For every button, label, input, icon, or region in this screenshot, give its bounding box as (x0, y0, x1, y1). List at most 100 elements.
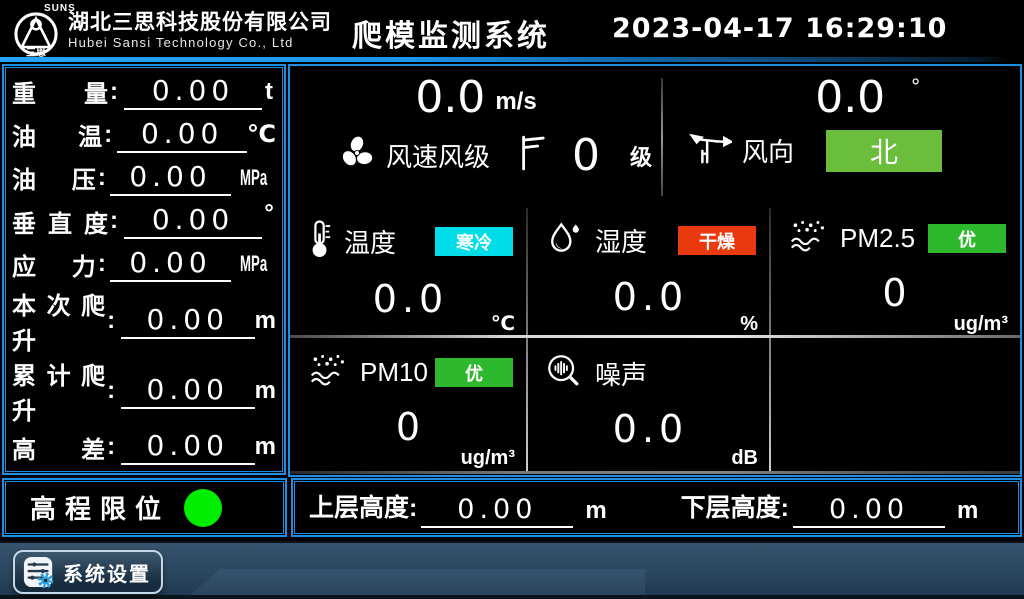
wind-level-flag-icon (518, 131, 546, 180)
noise-icon (545, 352, 583, 395)
colon: : (98, 164, 108, 192)
measure-label: 油压 (12, 160, 96, 195)
wind-level-unit: 级 (630, 140, 652, 172)
elevation-limit-indicator (184, 489, 222, 527)
layer-height-box: 上层高度: 0.00 m 下层高度: 0.00 m (291, 478, 1022, 537)
thermometer-icon (308, 218, 332, 265)
environment-panel: 0.0 m/s (288, 64, 1022, 477)
lower-height-label: 下层高度: (681, 488, 789, 528)
wind-level-value: 0 (572, 130, 600, 181)
colon: : (98, 250, 108, 278)
sensor-cell-humidity: 湿度 干燥 0.0 % (527, 206, 770, 340)
colon: : (104, 121, 115, 149)
wind-section: 0.0 m/s (290, 66, 1020, 206)
measure-unit: m (255, 307, 276, 335)
wind-speed-value: 0.0 (415, 74, 485, 122)
wind-direction-badge[interactable]: 北 (826, 130, 942, 172)
page-title: 爬模监测系统 (352, 11, 550, 55)
wind-speed-unit: m/s (495, 88, 536, 116)
taskbar-decoration (190, 569, 645, 595)
sensor-grid: 温度 寒冷 0.0 ℃ 湿度 干燥 (290, 206, 1020, 475)
company-logo: SUNS 三思 湖北三思科技股份有限公司 Hubei Sansi Technol… (8, 2, 332, 58)
measure-value: 0.00 (121, 303, 255, 339)
dust-icon (308, 352, 348, 393)
sensor-value: 0 (788, 271, 1006, 315)
measure-row-verticality: 垂直度: 0.00 ° (12, 200, 276, 243)
measure-unit: m (255, 377, 276, 405)
lower-height-unit: m (957, 497, 978, 528)
upper-height-unit: m (585, 497, 606, 528)
wind-direction-value: 0.0 (815, 74, 885, 122)
elevation-limit-box: 高程限位 (2, 478, 287, 537)
measure-unit: MPa (240, 251, 267, 277)
suns-logo-icon: SUNS 三思 (8, 2, 64, 58)
sensor-cell-noise: 噪声 0.0 dB (527, 340, 770, 474)
sensor-cell-empty (770, 340, 1020, 474)
measure-label: 累计爬升 (12, 356, 105, 426)
wind-speed-label: 风速风级 (386, 137, 490, 174)
measure-unit: t (262, 78, 276, 106)
wind-vane-icon (688, 128, 732, 173)
sensor-name: 湿度 (595, 222, 647, 259)
measure-value: 0.00 (110, 246, 230, 282)
measure-value: 0.00 (124, 74, 262, 110)
sensor-name: PM2.5 (840, 223, 915, 254)
sensor-name: 噪声 (595, 355, 647, 392)
measure-label: 应力 (12, 247, 96, 282)
measure-row-oil-temp: 油温: 0.00 ℃ (12, 113, 276, 156)
company-name-en: Hubei Sansi Technology Co., Ltd (68, 35, 332, 50)
measure-value: 0.00 (121, 429, 255, 465)
settings-button-label: 系统设置 (63, 558, 151, 587)
measure-unit: ℃ (247, 120, 276, 149)
measure-unit: ° (262, 200, 276, 228)
sensor-value: 0.0 (545, 407, 756, 451)
sensor-name: PM10 (360, 357, 428, 388)
measure-label: 高差 (12, 430, 105, 465)
measure-value: 0.00 (117, 117, 247, 153)
wind-speed-section: 0.0 m/s (290, 66, 662, 206)
sensor-cell-pm10: PM10 优 0 ug/m³ (290, 340, 527, 474)
colon: : (107, 433, 119, 461)
sensor-value: 0 (308, 405, 513, 449)
grid-divider-h1 (290, 335, 1020, 338)
colon: : (107, 377, 119, 405)
measure-unit: m (255, 433, 276, 461)
upper-height-group: 上层高度: 0.00 m (309, 488, 607, 528)
settings-sliders-icon (23, 556, 55, 588)
measure-label: 重量 (12, 74, 108, 109)
colon: : (107, 307, 119, 335)
measure-label: 本次爬升 (12, 286, 105, 356)
measure-row-oil-pressure: 油压: 0.00 MPa (12, 156, 276, 199)
grid-divider-v2 (769, 208, 771, 471)
measure-row-weight: 重量: 0.00 t (12, 70, 276, 113)
climbing-formwork-monitor-screen: SUNS 三思 湖北三思科技股份有限公司 Hubei Sansi Technol… (0, 0, 1024, 599)
upper-height-value: 0.00 (421, 494, 573, 528)
measure-label: 垂直度 (12, 204, 108, 239)
upper-height-label: 上层高度: (309, 488, 417, 528)
header-divider (0, 57, 1008, 62)
header: SUNS 三思 湖北三思科技股份有限公司 Hubei Sansi Technol… (0, 0, 1024, 57)
elevation-limit-label: 高程限位 (30, 489, 170, 526)
sensor-unit: % (740, 313, 758, 336)
temperature-status-badge: 寒冷 (435, 227, 513, 256)
measure-unit: MPa (240, 165, 267, 191)
wind-direction-section: 0.0 ° (662, 66, 1020, 206)
grid-divider-v1 (526, 208, 528, 471)
system-settings-button[interactable]: 系统设置 (13, 550, 163, 594)
dust-icon (788, 218, 828, 259)
sensor-unit: ug/m³ (461, 447, 515, 470)
grid-divider-h2 (290, 471, 1020, 474)
humidity-status-badge: 干燥 (678, 226, 756, 255)
measure-value: 0.00 (124, 203, 262, 239)
pm10-status-badge: 优 (435, 358, 513, 387)
sensor-value: 0.0 (545, 275, 756, 319)
colon: : (110, 207, 122, 235)
sensor-cell-pm25: PM2.5 优 0 ug/m³ (770, 206, 1020, 340)
wind-direction-unit: ° (911, 74, 920, 100)
measure-row-height-diff: 高差: 0.00 m (12, 426, 276, 469)
sensor-unit: ℃ (491, 311, 515, 336)
datetime-display: 2023-04-17 16:29:10 (612, 13, 947, 44)
sensor-value: 0.0 (308, 277, 513, 321)
lower-height-value: 0.00 (793, 494, 945, 528)
measure-row-current-climb: 本次爬升: 0.00 m (12, 286, 276, 356)
